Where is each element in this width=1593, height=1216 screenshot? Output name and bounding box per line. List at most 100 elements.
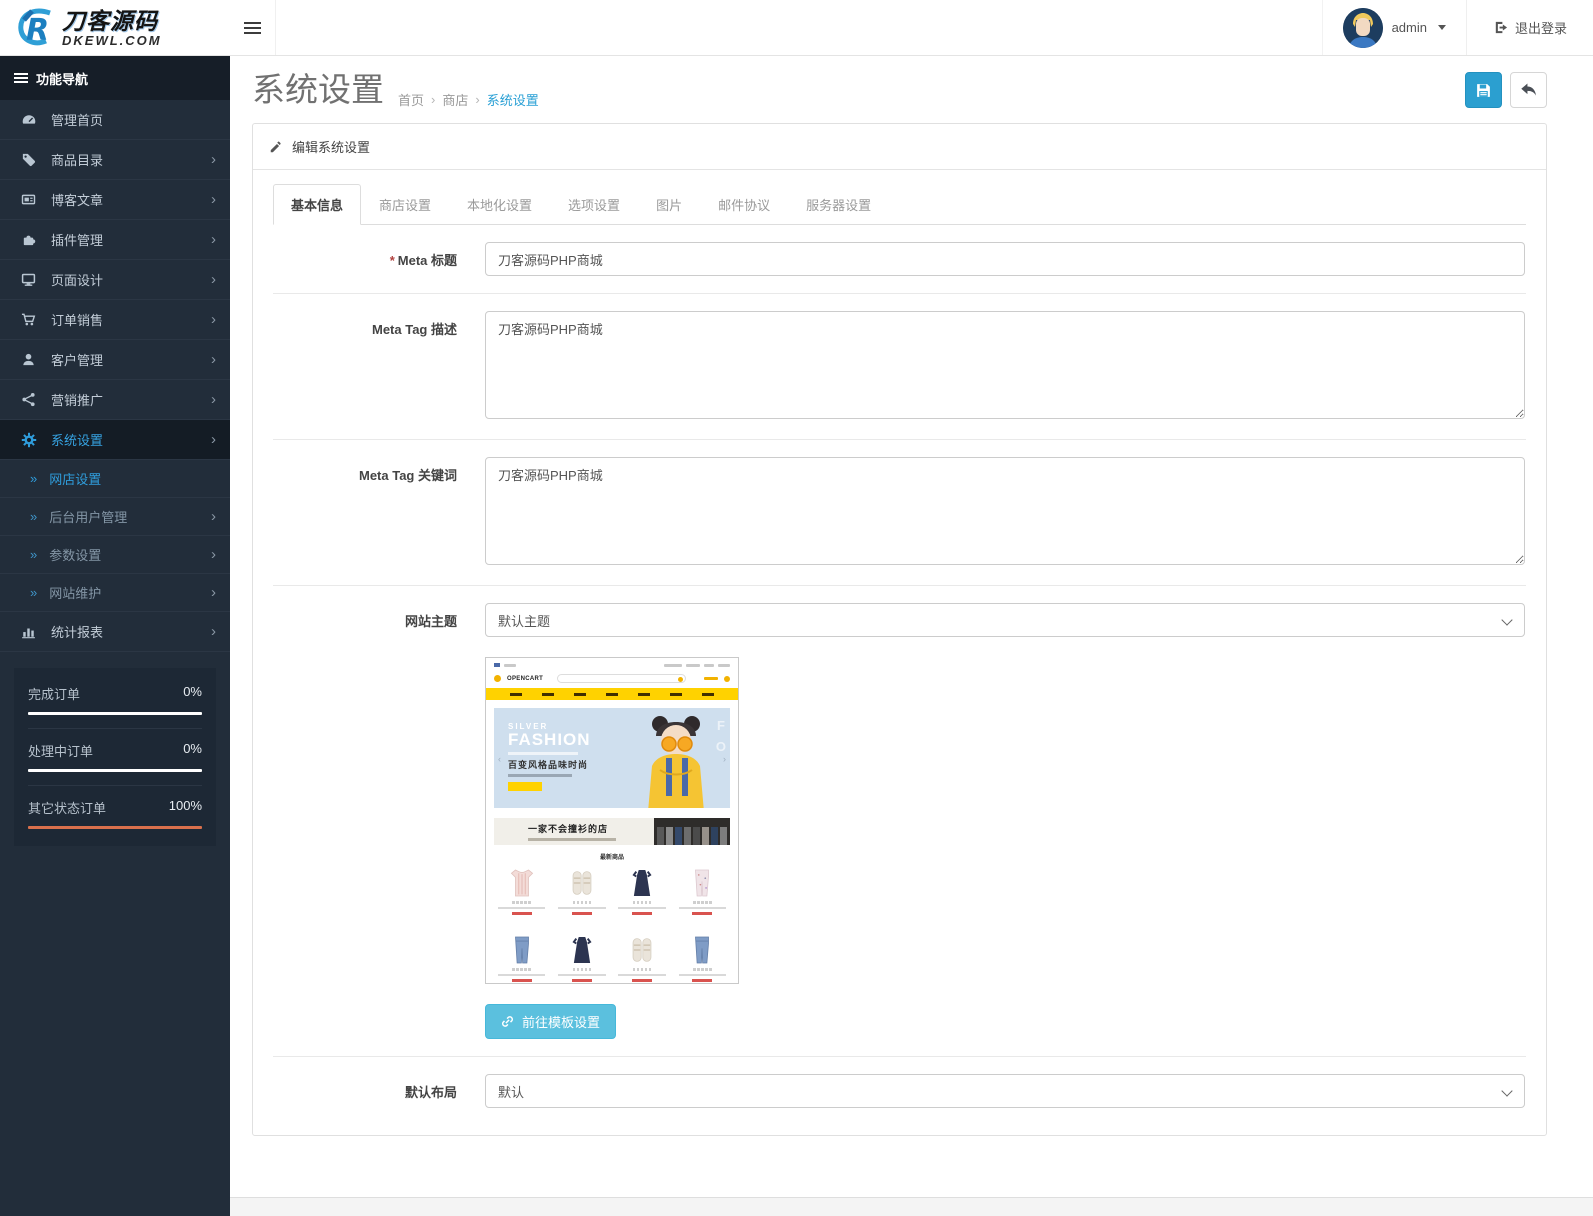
go-to-template-settings-button[interactable]: 前往模板设置 bbox=[485, 1004, 616, 1039]
logout-button[interactable]: 退出登录 bbox=[1466, 0, 1593, 55]
reply-arrow-icon bbox=[1520, 82, 1537, 99]
breadcrumb-store[interactable]: 商店 bbox=[442, 90, 468, 109]
meta-description-textarea[interactable]: 刀客源码PHP商城 bbox=[485, 311, 1525, 419]
store-nav-bar bbox=[486, 688, 738, 700]
sidebar-toggle-button[interactable] bbox=[230, 0, 276, 55]
stat-completed-orders: 完成订单 0% bbox=[28, 672, 202, 729]
settings-tabs: 基本信息 商店设置 本地化设置 选项设置 图片 邮件协议 服务器设置 bbox=[273, 184, 1526, 225]
header-spacer bbox=[276, 0, 1322, 55]
link-icon bbox=[501, 1015, 514, 1028]
chevron-right-icon bbox=[211, 192, 216, 207]
avatar bbox=[1343, 8, 1383, 48]
back-button[interactable] bbox=[1510, 72, 1547, 108]
chevron-right-icon bbox=[211, 432, 216, 447]
chevron-right-icon bbox=[211, 272, 216, 287]
sidebar-item-system[interactable]: 系统设置 bbox=[0, 420, 230, 460]
product-grid bbox=[486, 861, 738, 984]
stat-label: 其它状态订单 bbox=[28, 798, 106, 817]
form-group-meta-description: Meta Tag 描述 刀客源码PHP商城 bbox=[273, 294, 1526, 440]
breadcrumb-separator: › bbox=[431, 92, 435, 107]
product-thumb-navy-dress bbox=[554, 933, 609, 984]
double-chevron-icon bbox=[30, 509, 37, 524]
store-search-bar bbox=[557, 674, 686, 683]
stat-value: 0% bbox=[183, 684, 202, 703]
brand-title: 刀客源码 bbox=[62, 10, 162, 33]
store-hero-banner: ‹ › FO SILVER FASHION 百变风格品味时尚 bbox=[494, 708, 730, 808]
breadcrumb-home[interactable]: 首页 bbox=[398, 90, 424, 109]
product-thumb-navy-dress bbox=[615, 866, 670, 928]
meta-keywords-textarea[interactable]: 刀客源码PHP商城 bbox=[485, 457, 1525, 565]
preview-topbar bbox=[486, 658, 738, 671]
preview-store-header: OPENCART bbox=[486, 671, 738, 688]
sidebar-subitem-admin-users[interactable]: 后台用户管理 bbox=[0, 498, 230, 536]
stat-value: 0% bbox=[183, 741, 202, 760]
meta-keywords-label: Meta Tag 关键词 bbox=[273, 457, 485, 568]
puzzle-icon bbox=[20, 231, 37, 248]
tab-general[interactable]: 基本信息 bbox=[273, 184, 361, 225]
sidebar-item-extensions[interactable]: 插件管理 bbox=[0, 220, 230, 260]
clothes-rack-photo bbox=[654, 818, 730, 845]
hero-cta-button bbox=[508, 782, 542, 791]
order-stats-panel: 完成订单 0% 处理中订单 0% 其它状态订单 100% bbox=[14, 668, 216, 846]
progress-bar bbox=[28, 826, 202, 829]
stat-label: 处理中订单 bbox=[28, 741, 93, 760]
meta-description-label: Meta Tag 描述 bbox=[273, 311, 485, 422]
sidebar-subitem-store-settings[interactable]: 网店设置 bbox=[0, 460, 230, 498]
sidebar-subitem-maintenance[interactable]: 网站维护 bbox=[0, 574, 230, 612]
menu-icon bbox=[14, 71, 28, 85]
hero-title-line2: FASHION bbox=[508, 731, 591, 749]
sidebar-subitem-parameters[interactable]: 参数设置 bbox=[0, 536, 230, 574]
logout-label: 退出登录 bbox=[1515, 18, 1567, 37]
sidebar-item-customers[interactable]: 客户管理 bbox=[0, 340, 230, 380]
chevron-right-icon bbox=[211, 232, 216, 247]
sidebar-item-dashboard[interactable]: 管理首页 bbox=[0, 100, 230, 140]
chevron-right-icon bbox=[211, 509, 216, 524]
user-icon bbox=[20, 351, 37, 368]
stat-value: 100% bbox=[169, 798, 202, 817]
save-button[interactable] bbox=[1465, 72, 1502, 108]
sidebar-item-marketing[interactable]: 营销推广 bbox=[0, 380, 230, 420]
top-header: R 刀客源码 DKEWL.COM admin bbox=[0, 0, 1593, 56]
store-name: OPENCART bbox=[507, 676, 543, 682]
double-chevron-icon bbox=[30, 547, 37, 562]
page-content: 系统设置 首页 › 商店 › 系统设置 bbox=[230, 56, 1593, 1197]
tab-image[interactable]: 图片 bbox=[638, 184, 700, 225]
save-icon bbox=[1475, 82, 1492, 99]
layout-select[interactable]: 默认 bbox=[485, 1074, 1525, 1108]
store-logo-icon bbox=[494, 675, 501, 682]
settings-panel: 编辑系统设置 基本信息 商店设置 本地化设置 选项设置 图片 邮件协议 服务器设… bbox=[252, 123, 1547, 1136]
tab-mail[interactable]: 邮件协议 bbox=[700, 184, 788, 225]
tab-store[interactable]: 商店设置 bbox=[361, 184, 449, 225]
user-menu[interactable]: admin bbox=[1322, 0, 1466, 55]
progress-bar bbox=[28, 769, 202, 772]
tab-local[interactable]: 本地化设置 bbox=[449, 184, 550, 225]
meta-title-label: *Meta 标题 bbox=[273, 242, 485, 276]
share-icon bbox=[20, 391, 37, 408]
stat-other-orders: 其它状态订单 100% bbox=[28, 786, 202, 842]
chevron-right-icon bbox=[211, 547, 216, 562]
sidebar-item-sales[interactable]: 订单销售 bbox=[0, 300, 230, 340]
chevron-right-icon bbox=[211, 152, 216, 167]
stat-label: 完成订单 bbox=[28, 684, 80, 703]
form-group-layout: 默认布局 默认 bbox=[273, 1057, 1526, 1125]
latest-products-title: 最新商品 bbox=[486, 852, 738, 861]
sidebar-item-blog[interactable]: 博客文章 bbox=[0, 180, 230, 220]
sidebar-item-catalog[interactable]: 商品目录 bbox=[0, 140, 230, 180]
meta-title-input[interactable] bbox=[485, 242, 1525, 276]
sidebar-item-reports[interactable]: 统计报表 bbox=[0, 612, 230, 652]
tab-server[interactable]: 服务器设置 bbox=[788, 184, 889, 225]
theme-select[interactable]: 默认主题 bbox=[485, 603, 1525, 637]
breadcrumb-current[interactable]: 系统设置 bbox=[487, 90, 539, 109]
tab-option[interactable]: 选项设置 bbox=[550, 184, 638, 225]
logout-icon bbox=[1493, 20, 1508, 35]
progress-bar bbox=[28, 712, 202, 715]
sidebar-item-design[interactable]: 页面设计 bbox=[0, 260, 230, 300]
cart-icon bbox=[20, 311, 37, 328]
page-header: 系统设置 首页 › 商店 › 系统设置 bbox=[230, 56, 1593, 119]
caret-down-icon bbox=[1438, 25, 1446, 30]
promo-text: 一家不会撞衫的店 bbox=[528, 822, 616, 835]
hero-caption: 百变风格品味时尚 bbox=[508, 758, 591, 771]
brand-logo[interactable]: R 刀客源码 DKEWL.COM bbox=[0, 0, 230, 55]
theme-preview-image[interactable]: OPENCART ‹ › FO bbox=[485, 657, 739, 984]
product-thumb-sandals bbox=[615, 933, 670, 984]
